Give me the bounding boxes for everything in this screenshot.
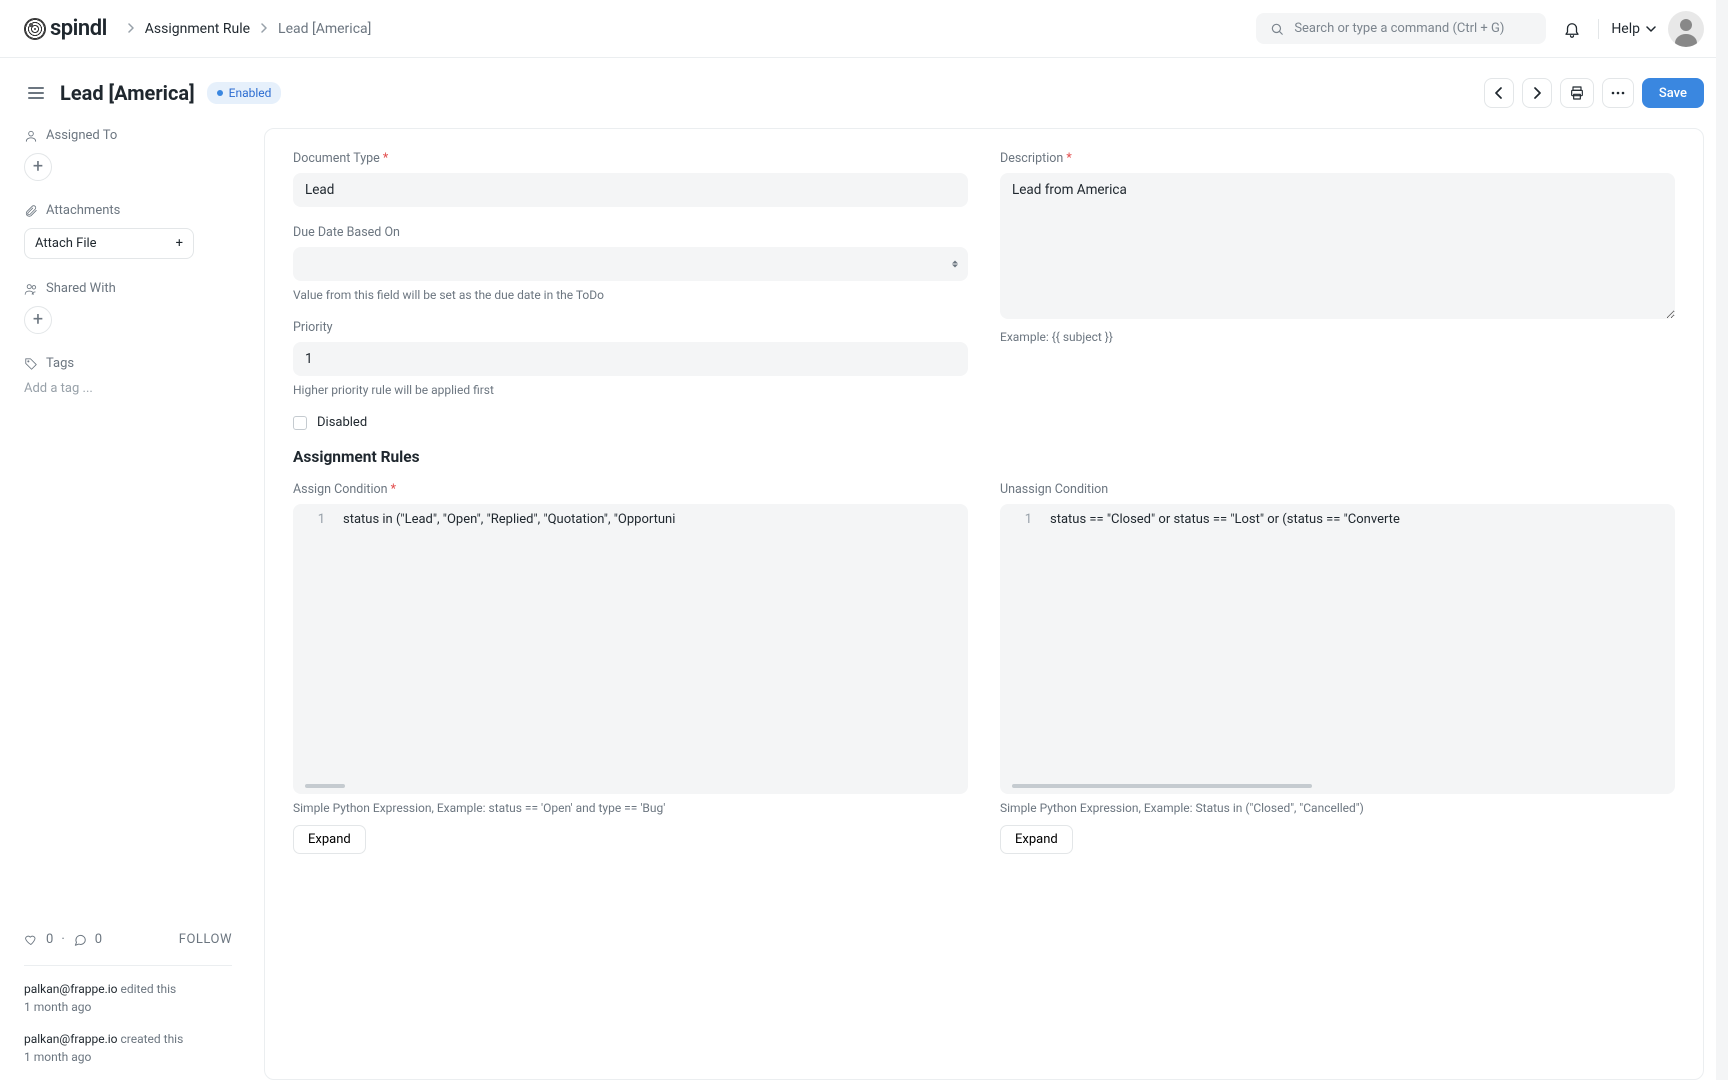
plus-icon: +	[176, 236, 183, 251]
status-dot-icon	[217, 90, 223, 96]
dot-separator: ·	[61, 932, 64, 947]
print-button[interactable]	[1560, 78, 1594, 108]
navbar: spindl Assignment Rule Lead [America] Se…	[0, 0, 1728, 58]
form-card: Document Type * Due Date Based On Value …	[264, 128, 1704, 1080]
sidebar-toggle[interactable]	[24, 83, 48, 103]
timeline-item: palkan@frappe.io created this 1 month ag…	[24, 1030, 232, 1066]
comment-count: 0	[95, 932, 102, 947]
timeline-user: palkan@frappe.io	[24, 982, 118, 996]
tags-label: Tags	[46, 356, 74, 371]
assign-expand-button[interactable]: Expand	[293, 825, 366, 854]
timeline-user: palkan@frappe.io	[24, 1032, 118, 1046]
shared-with-label: Shared With	[46, 281, 116, 296]
doc-type-input[interactable]	[293, 173, 968, 207]
help-label: Help	[1611, 21, 1640, 37]
assign-condition-label: Assign Condition *	[293, 482, 968, 497]
users-icon	[24, 282, 38, 296]
form-sidebar: Assigned To + Attachments Attach File + …	[24, 128, 232, 1080]
scrollbar-thumb[interactable]	[305, 784, 345, 788]
attach-file-label: Attach File	[35, 236, 97, 251]
unassign-code: status == "Closed" or status == "Lost" o…	[1050, 512, 1400, 527]
user-icon	[24, 129, 38, 143]
brand-name: spindl	[50, 16, 107, 41]
attachments-label: Attachments	[46, 203, 120, 218]
disabled-label: Disabled	[317, 415, 367, 430]
tag-input[interactable]: Add a tag ...	[24, 381, 232, 396]
breadcrumb: Assignment Rule Lead [America]	[127, 21, 372, 37]
chevron-right-icon	[127, 21, 135, 37]
attachments-header: Attachments	[24, 203, 232, 218]
assignment-rules-heading: Assignment Rules	[293, 448, 1675, 466]
tag-icon	[24, 357, 38, 371]
attach-file-button[interactable]: Attach File +	[24, 228, 194, 259]
chevron-left-icon	[1495, 87, 1503, 99]
doc-scrollbar-track[interactable]	[1716, 0, 1728, 1080]
chevron-down-icon	[1646, 26, 1656, 32]
unassign-condition-label: Unassign Condition	[1000, 482, 1675, 497]
avatar[interactable]	[1668, 11, 1704, 47]
search-placeholder: Search or type a command (Ctrl + G)	[1294, 21, 1504, 36]
due-date-label: Due Date Based On	[293, 225, 968, 240]
add-share-button[interactable]: +	[24, 306, 52, 334]
timeline-item: palkan@frappe.io edited this 1 month ago	[24, 980, 232, 1016]
breadcrumb-current: Lead [America]	[278, 21, 371, 37]
chevron-right-icon	[1533, 87, 1541, 99]
checkbox-icon	[293, 416, 307, 430]
scrollbar-thumb[interactable]	[1012, 784, 1312, 788]
divider	[1598, 19, 1599, 39]
add-assignee-button[interactable]: +	[24, 153, 52, 181]
assigned-to-label: Assigned To	[46, 128, 117, 143]
bell-icon	[1563, 20, 1581, 38]
unassign-expand-button[interactable]: Expand	[1000, 825, 1073, 854]
timeline-time: 1 month ago	[24, 1050, 91, 1064]
search-input[interactable]: Search or type a command (Ctrl + G)	[1256, 13, 1546, 44]
next-button[interactable]	[1522, 78, 1552, 108]
unassign-condition-editor[interactable]: 1status == "Closed" or status == "Lost" …	[1000, 504, 1675, 794]
prev-button[interactable]	[1484, 78, 1514, 108]
assign-help: Simple Python Expression, Example: statu…	[293, 801, 968, 815]
chevron-right-icon	[260, 21, 268, 37]
priority-label: Priority	[293, 320, 968, 335]
assigned-to-header: Assigned To	[24, 128, 232, 143]
description-textarea[interactable]	[1000, 173, 1675, 319]
printer-icon	[1569, 85, 1585, 101]
follow-button[interactable]: FOLLOW	[179, 932, 232, 947]
status-badge[interactable]: Enabled	[207, 82, 282, 104]
help-menu[interactable]: Help	[1611, 21, 1656, 37]
status-label: Enabled	[229, 86, 272, 100]
like-count: 0	[46, 932, 53, 947]
doc-type-label: Document Type *	[293, 151, 968, 166]
save-button[interactable]: Save	[1642, 78, 1704, 108]
unassign-help: Simple Python Expression, Example: Statu…	[1000, 801, 1675, 815]
search-icon	[1270, 22, 1284, 36]
due-date-select[interactable]	[293, 247, 968, 281]
divider	[24, 965, 232, 966]
priority-input[interactable]	[293, 342, 968, 376]
timeline-action: edited this	[120, 982, 176, 996]
priority-help: Higher priority rule will be applied fir…	[293, 383, 968, 397]
dots-icon	[1611, 91, 1625, 95]
description-label: Description *	[1000, 151, 1675, 166]
timeline-action: created this	[120, 1032, 183, 1046]
tags-header: Tags	[24, 356, 232, 371]
paperclip-icon	[24, 204, 38, 218]
disabled-checkbox[interactable]: Disabled	[293, 415, 968, 430]
social-bar: 0 · 0 FOLLOW	[24, 932, 232, 947]
page-title: Lead [America]	[60, 81, 195, 105]
timeline-time: 1 month ago	[24, 1000, 91, 1014]
description-help: Example: {{ subject }}	[1000, 330, 1675, 344]
heart-icon[interactable]	[24, 933, 38, 947]
menu-icon	[28, 87, 44, 89]
comment-icon[interactable]	[73, 933, 87, 947]
logo-icon	[24, 18, 46, 40]
assign-condition-editor[interactable]: 1status in ("Lead", "Open", "Replied", "…	[293, 504, 968, 794]
breadcrumb-parent[interactable]: Assignment Rule	[145, 21, 250, 37]
page-head: Lead [America] Enabled Save	[24, 78, 1704, 108]
shared-with-header: Shared With	[24, 281, 232, 296]
logo[interactable]: spindl	[24, 16, 107, 41]
assign-code: status in ("Lead", "Open", "Replied", "Q…	[343, 512, 675, 527]
more-button[interactable]	[1602, 78, 1634, 108]
notifications-button[interactable]	[1558, 15, 1586, 43]
due-date-help: Value from this field will be set as the…	[293, 288, 968, 302]
